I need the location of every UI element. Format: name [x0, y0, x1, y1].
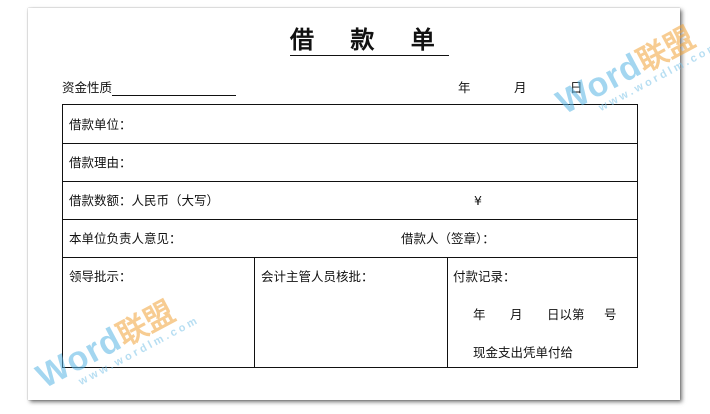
payment-month-label: 月: [510, 307, 523, 322]
row-divider: [63, 143, 637, 144]
column-divider: [447, 257, 448, 367]
yen-sign: ¥: [474, 193, 482, 208]
borrowing-reason-label: 借款理由：: [69, 155, 132, 170]
column-divider: [254, 257, 255, 367]
fund-nature-underline: [112, 83, 237, 96]
date-year-label: 年: [458, 80, 471, 95]
fund-nature-label: 资金性质: [62, 80, 113, 95]
fund-nature-field: 资金性质: [62, 80, 237, 96]
payment-year-label: 年: [473, 307, 486, 322]
row-divider: [63, 257, 637, 258]
payment-number-label: 号: [604, 307, 617, 322]
borrowing-unit-label: 借款单位：: [69, 117, 132, 132]
leader-approval-label: 领导批示：: [69, 269, 132, 284]
borrowing-amount-label: 借款数额：人民币（大写）: [69, 193, 220, 208]
borrower-signature-label: 借款人（签章）：: [401, 231, 495, 246]
accountant-approval-label: 会计主管人员核批：: [261, 269, 374, 284]
row-divider: [63, 219, 637, 220]
form-title: 借 款 单: [290, 26, 449, 56]
row-divider: [63, 181, 637, 182]
cash-voucher-label: 现金支出凭单付给: [473, 345, 574, 360]
payment-day-number-label: 日以第: [547, 307, 585, 322]
unit-head-opinion-label: 本单位负责人意见：: [69, 231, 182, 246]
payment-record-label: 付款记录：: [453, 269, 516, 284]
date-month-label: 月: [514, 80, 527, 95]
